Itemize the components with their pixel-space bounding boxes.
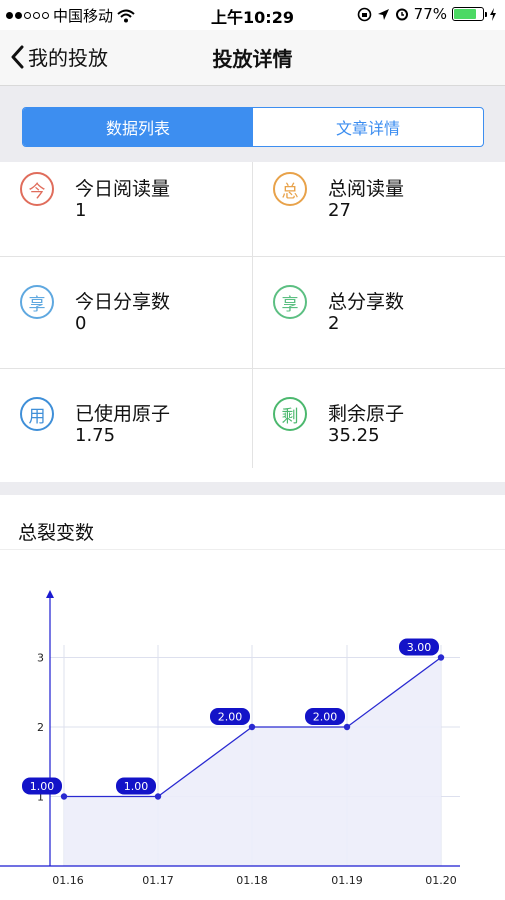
data-label-text: 2.00 [218, 711, 243, 724]
y-tick-label: 2 [37, 721, 44, 734]
location-arrow-icon [377, 8, 389, 20]
line-chart: 12301.16 01.17 01.18 01.19 01.201.00 1.002.00… [0, 590, 460, 887]
x-tick-label: 01.19 [331, 874, 363, 887]
section-gap [0, 482, 505, 495]
battery-icon [452, 7, 487, 21]
data-label-text: 3.00 [407, 641, 432, 654]
stat-total-shares: 享 总分享数 2 [253, 257, 505, 365]
x-tick-label: 01.16 [52, 874, 84, 887]
chart-title: 总裂变数 [18, 522, 95, 544]
stat-label: 总分享数 [328, 291, 405, 313]
data-point [248, 723, 256, 731]
status-bar: 中国移动 上午10:29 77% [0, 0, 505, 30]
total-icon: 总 [273, 172, 307, 206]
nav-bar: 我的投放 投放详情 [0, 30, 505, 86]
data-point [60, 793, 68, 800]
stat-total-reads: 总 总阅读量 27 [253, 162, 505, 270]
stat-value: 1.75 [75, 425, 116, 446]
status-right: 77% [357, 5, 497, 23]
stat-value: 1 [75, 200, 87, 221]
y-axis-arrow [46, 590, 54, 598]
y-tick-label: 3 [37, 652, 44, 665]
stat-value: 35.25 [328, 425, 380, 446]
stat-label: 今日阅读量 [75, 178, 171, 200]
data-point [343, 723, 351, 731]
stat-remaining-atoms: 剩 剩余原子 35.25 [253, 369, 505, 477]
x-tick-label: 01.18 [236, 874, 268, 887]
stats-grid: 今 今日阅读量 1 总 总阅读量 27 享 今日分享数 0 享 总分享数 2 用… [0, 162, 505, 482]
battery-percent: 77% [413, 5, 447, 23]
data-label: 2.00 [305, 708, 345, 725]
stat-value: 2 [328, 313, 340, 334]
data-label: 1.00 [116, 777, 156, 795]
stat-label: 剩余原子 [328, 403, 405, 425]
stat-today-reads: 今 今日阅读量 1 [0, 162, 252, 270]
page-title: 投放详情 [212, 47, 293, 71]
stat-label: 今日分享数 [75, 291, 171, 313]
alarm-icon [395, 8, 408, 21]
stat-value: 27 [328, 200, 351, 221]
stat-label: 总阅读量 [328, 178, 405, 200]
remaining-icon: 剩 [273, 397, 307, 431]
charging-bolt-icon [490, 7, 496, 21]
used-icon: 用 [20, 397, 54, 431]
tab-data-list[interactable]: 数据列表 [23, 108, 253, 146]
segmented-control: 数据列表 文章详情 [22, 107, 484, 147]
today-icon: 今 [20, 172, 54, 206]
stat-used-atoms: 用 已使用原子 1.75 [0, 369, 252, 477]
data-point [154, 793, 162, 800]
rotation-lock-icon [357, 7, 371, 21]
tab-article-details[interactable]: 文章详情 [253, 108, 483, 146]
data-point [437, 654, 445, 661]
data-label: 2.00 [210, 708, 250, 725]
data-label-text: 2.00 [313, 711, 338, 724]
share-icon: 享 [20, 285, 54, 319]
data-label: 1.00 [22, 777, 62, 795]
data-label-text: 1.00 [30, 780, 55, 793]
x-tick-label: 01.20 [425, 874, 457, 887]
stat-label: 已使用原子 [75, 403, 171, 425]
stat-today-shares: 享 今日分享数 0 [0, 257, 252, 365]
x-tick-label: 01.17 [142, 874, 174, 887]
share-icon: 享 [273, 285, 307, 319]
stat-value: 0 [75, 313, 87, 334]
segment-area: 数据列表 文章详情 [0, 86, 505, 162]
data-label: 3.00 [399, 638, 439, 656]
battery-level [454, 9, 476, 19]
data-label-text: 1.00 [124, 780, 149, 793]
